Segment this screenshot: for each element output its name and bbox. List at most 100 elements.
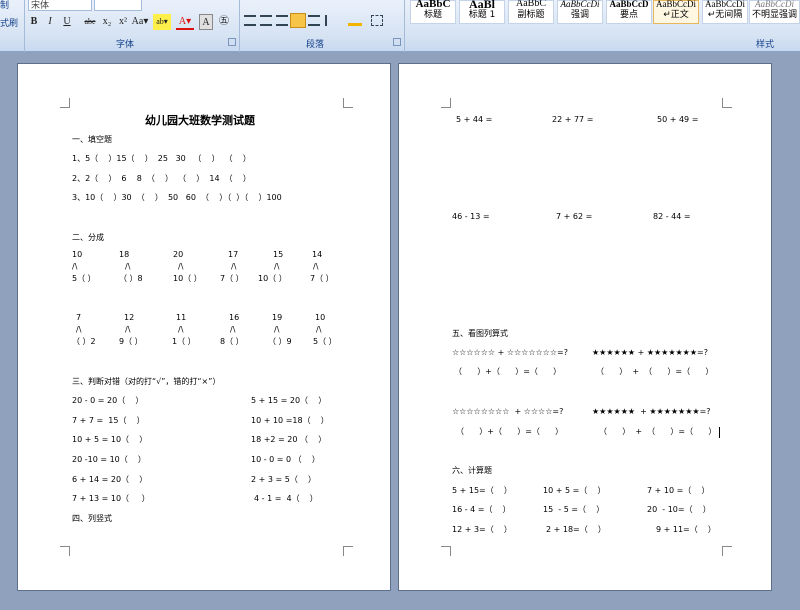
vertical-calc-item: 50 + 49 = [657,115,699,124]
split-branch: /\ [313,262,319,271]
split-top: 14 [312,250,323,259]
split-bottom: 5（ ） [313,337,337,346]
judge-item: 10 + 10 =18（ ） [251,416,329,425]
section-heading: 四、列竖式 [72,514,112,523]
format-painter-label-top[interactable]: 制 [0,0,9,11]
judge-item: 7 + 13 = 10（ ） [72,494,150,503]
margin-mark [441,98,451,108]
split-bottom: （ ）8 [119,274,143,283]
section-heading: 三、判断对错（对的打“√”，错的打“×”） [72,377,221,386]
style-sample: AaBl [468,0,495,9]
strikethrough-button[interactable]: abe [82,14,98,30]
paragraph-dialog-launcher-icon[interactable] [393,38,401,46]
style-emphasis[interactable]: AaBbCcDi 强调 [557,0,603,24]
calc-item: 15 - 5 =（ ） [543,505,605,514]
style-no-spacing[interactable]: AaBbCcDi ↵无间隔 [702,0,748,24]
style-sample: AaBbC [415,0,451,9]
split-branch: /\ [274,325,280,334]
calc-item: 5 + 15=（ ） [452,486,512,495]
align-center-icon[interactable] [260,15,272,26]
fill-blank-line: 2、2（ ） 6 8 （ ） （ ） 14 （ ） [72,174,251,183]
paragraph-group-label: 段落 [305,40,324,50]
margin-mark [60,98,70,108]
style-strong[interactable]: AaBbCcD 要点 [606,0,652,24]
distributed-icon[interactable] [308,15,320,26]
vertical-calc-item: 7 + 62 = [556,212,593,221]
style-heading-1[interactable]: AaBl 标题 1 [459,0,505,24]
split-bottom: 10（ ） [173,274,202,283]
font-dialog-launcher-icon[interactable] [228,38,236,46]
margin-mark [343,546,353,556]
bold-button[interactable]: B [28,14,40,30]
margin-mark [441,546,451,556]
superscript-button[interactable]: x² [116,14,130,30]
group-separator [404,0,405,52]
format-painter-label[interactable]: 式刷 [0,16,18,29]
split-bottom: 8（ ） [220,337,244,346]
group-separator [24,0,25,52]
split-branch: /\ [316,325,322,334]
calc-item: 12 + 3=（ ） [452,525,512,534]
enclose-char-button[interactable]: ㊄ [216,14,232,30]
style-name: ↵无间隔 [707,10,743,20]
vertical-calc-item: 82 - 44 = [653,212,691,221]
font-size-combo[interactable] [94,0,142,11]
line-spacing-icon[interactable] [325,15,339,26]
split-branch: /\ [178,325,184,334]
split-bottom: （ ）2 [72,337,96,346]
split-branch: /\ [125,262,131,271]
split-bottom: 10（ ） [258,274,287,283]
split-top: 17 [228,250,239,259]
answer-blanks: （ ） + （ ）=（ ） [599,427,717,436]
split-bottom: 1（ ） [172,337,196,346]
style-sample: AaBbC [516,0,546,9]
split-bottom: 9（ ） [119,337,143,346]
style-subtitle[interactable]: AaBbC 副标题 [508,0,554,24]
align-right-icon[interactable] [276,15,288,26]
underline-button[interactable]: U [60,14,74,30]
change-case-button[interactable]: Aa▾ [131,14,149,30]
font-name-combo[interactable]: 宋体 [28,0,92,11]
subscript-button[interactable]: x₂ [100,14,114,30]
vertical-calc-item: 5 + 44 = [456,115,493,124]
split-top: 7 [76,313,82,322]
style-name: 要点 [619,10,638,20]
judge-item: 5 + 15 = 20（ ） [251,396,327,405]
style-name: 标题 1 [468,10,496,20]
calc-item: 10 + 5 =（ ） [543,486,606,495]
style-name: 强调 [570,10,589,20]
calc-item: 9 + 11=（ ） [656,525,716,534]
answer-blanks: （ ） + （ ）=（ ） [596,367,714,376]
text-cursor [719,427,720,438]
document-page-1[interactable]: 幼儿园大班数学测试题 一、填空题 1、5（ ）15（ ） 25 30 （ ） （… [17,63,391,591]
section-heading: 二、分成 [72,233,104,242]
split-top: 18 [119,250,130,259]
font-color-button[interactable]: A▾ [176,14,194,30]
calc-item: 16 - 4 =（ ） [452,505,511,514]
align-left-icon[interactable] [244,15,256,26]
borders-icon[interactable] [371,15,383,26]
split-branch: /\ [178,262,184,271]
split-branch: /\ [231,262,237,271]
style-subtle-emphasis[interactable]: AaBbCcDi 不明显强调 [749,0,800,24]
split-branch: /\ [76,325,82,334]
section-heading: 一、填空题 [72,135,112,144]
split-top: 16 [229,313,240,322]
style-sample: AaBbCcD [609,0,649,9]
highlight-color-button[interactable]: ab▾ [153,14,171,30]
document-page-2[interactable]: 5 + 44 = 22 + 77 = 50 + 49 = 46 - 13 = 7… [398,63,772,591]
shading-icon[interactable] [348,15,362,26]
margin-mark [343,98,353,108]
style-name: 副标题 [517,10,545,20]
ribbon: 制 式刷 宋体 B I U abe x₂ x² Aa▾ ab▾ A▾ A ㊄ 字… [0,0,800,52]
styles-group-label: 样式 [755,40,774,50]
style-title[interactable]: AaBbC 标题 [410,0,456,24]
answer-blanks: （ ）+（ ）=（ ） [456,427,564,436]
split-top: 10 [315,313,326,322]
char-shading-button[interactable]: A [199,14,213,30]
justify-icon[interactable] [290,13,306,28]
italic-button[interactable]: I [44,14,56,30]
star-problem: ☆☆☆☆☆☆ + ☆☆☆☆☆☆☆=? [452,348,568,357]
style-normal[interactable]: AaBbCcDi ↵正文 [653,0,699,24]
margin-mark [60,546,70,556]
